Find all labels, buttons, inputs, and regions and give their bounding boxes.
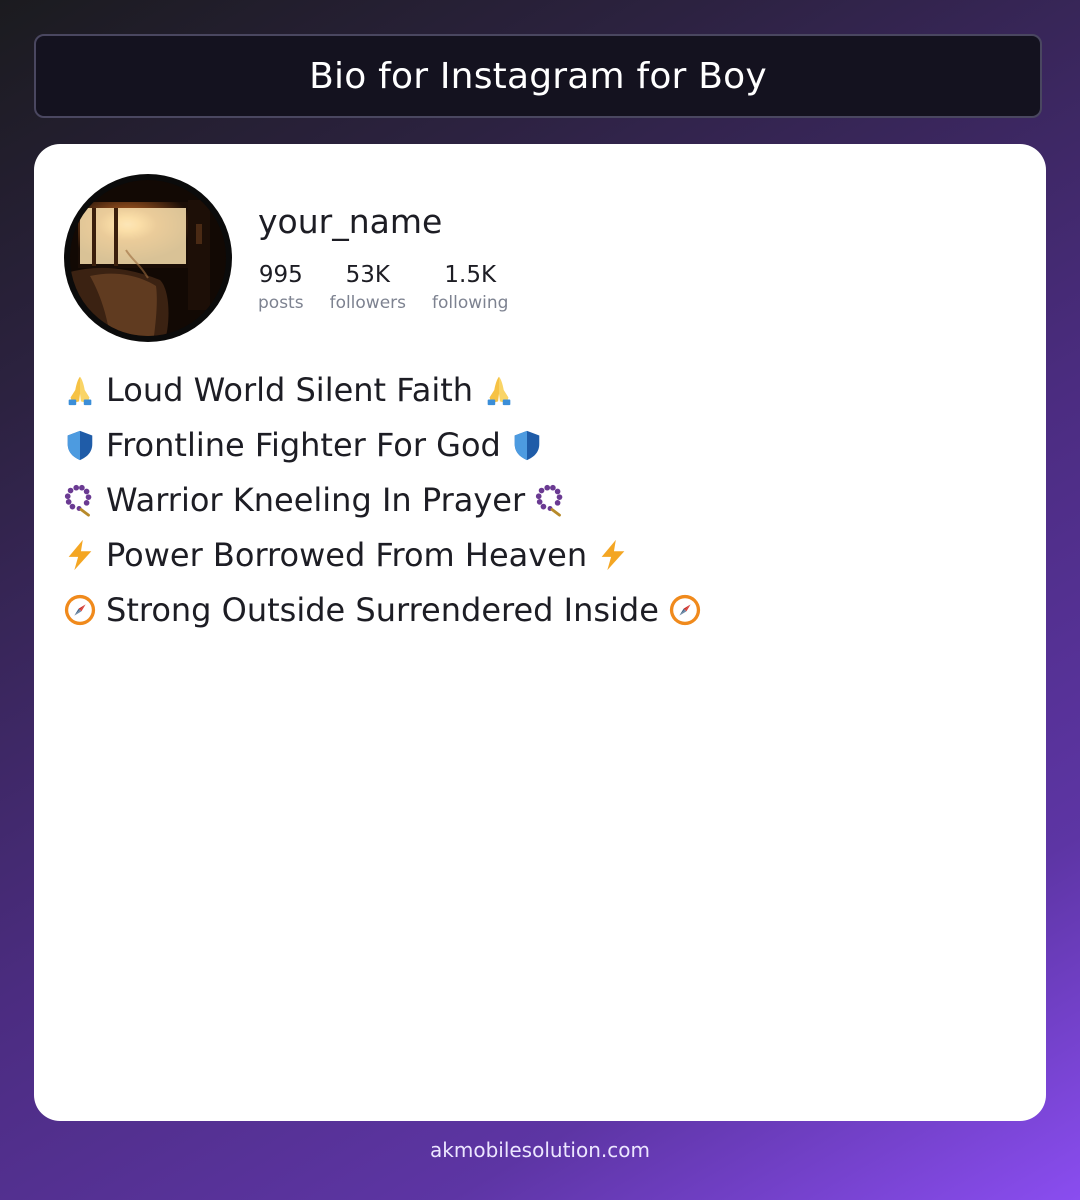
stat-following[interactable]: 1.5K following [432,260,508,316]
bio-line: Warrior Kneeling In Prayer [62,472,1012,527]
stat-posts[interactable]: 995 posts [258,260,304,316]
bio-line: Frontline Fighter For God [62,417,1012,472]
bio-line-text: Warrior Kneeling In Prayer [106,480,526,519]
bio-line: Power Borrowed From Heaven [62,527,1012,582]
avatar[interactable] [64,174,232,342]
avatar-photo [70,180,226,336]
bio-line-text: Frontline Fighter For God [106,425,501,464]
bio-line-text: Power Borrowed From Heaven [106,535,588,574]
bio-line: Strong Outside Surrendered Inside [62,582,1012,637]
prayer-beads-icon [533,482,569,518]
stat-value: 995 [258,262,303,288]
stat-followers[interactable]: 53K followers [330,260,406,316]
stat-label: following [432,293,509,313]
bio-line-text: Strong Outside Surrendered Inside [106,590,659,629]
lightning-icon [62,537,98,573]
shield-icon [62,427,98,463]
compass-icon [667,592,703,628]
bio-text-block: Loud World Silent Faith Frontline Fighte… [62,362,1012,637]
folded-hands-icon [62,372,98,408]
stat-label: followers [329,293,407,313]
profile-card: your_name 995 posts 53K followers 1.5K f… [34,144,1046,1121]
lightning-icon [595,537,631,573]
stat-value: 1.5K [444,262,497,288]
shield-icon [509,427,545,463]
bio-line-text: Loud World Silent Faith [106,370,474,409]
stat-value: 53K [345,262,390,288]
username[interactable]: your_name [258,202,442,241]
footer-site-link[interactable]: akmobilesolution.com [0,1138,1080,1162]
profile-stats: 995 posts 53K followers 1.5K following [258,260,508,316]
compass-icon [62,592,98,628]
bio-line: Loud World Silent Faith [62,362,1012,417]
page-title: Bio for Instagram for Boy [309,55,767,97]
prayer-beads-icon [62,482,98,518]
page-title-bar: Bio for Instagram for Boy [34,34,1042,118]
stat-label: posts [258,293,304,313]
folded-hands-icon [481,372,517,408]
